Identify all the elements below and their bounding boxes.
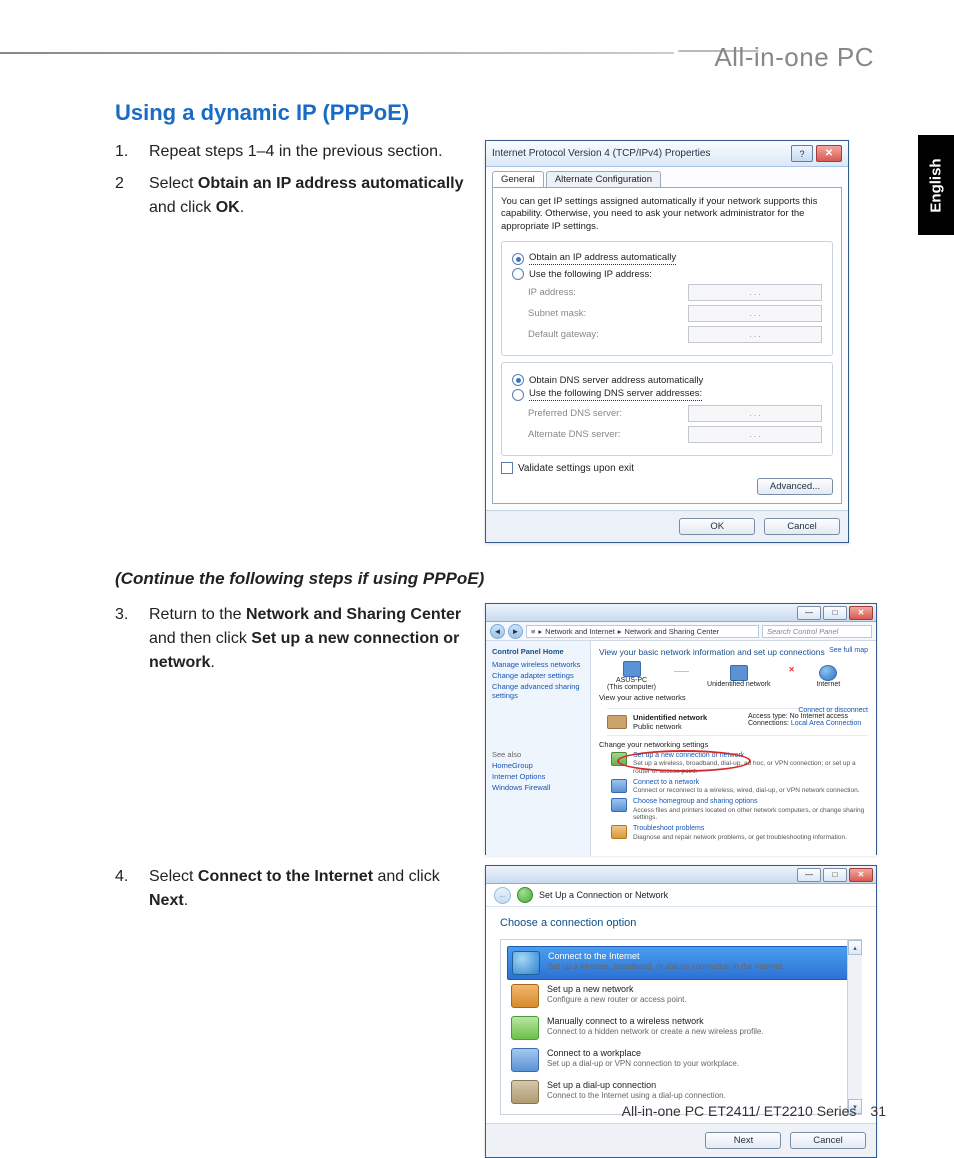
radio-obtain-dns-auto[interactable]: Obtain DNS server address automatically — [512, 374, 822, 386]
step-2: 2 Select Obtain an IP address automatica… — [115, 172, 465, 220]
radio-obtain-ip-auto[interactable]: Obtain an IP address automatically — [512, 253, 822, 265]
sidebar-link[interactable]: Change adapter settings — [492, 671, 584, 680]
maximize-icon[interactable]: □ — [823, 606, 847, 620]
main-heading: View your basic network information and … — [599, 647, 868, 657]
step-4: 4. Select Connect to the Internet and cl… — [115, 865, 465, 913]
gateway-field: . . . — [688, 326, 822, 343]
option-setup-connection[interactable]: Set up a new connection or networkSet up… — [611, 752, 868, 776]
minimize-icon[interactable]: — — [797, 868, 821, 882]
language-tab: English — [918, 135, 954, 235]
connection-link[interactable]: Local Area Connection — [791, 720, 861, 727]
option-manual-wireless[interactable]: Manually connect to a wireless networkCo… — [507, 1012, 860, 1044]
minimize-icon[interactable]: — — [797, 606, 821, 620]
help-icon[interactable]: ? — [791, 145, 813, 162]
option-troubleshoot[interactable]: Troubleshoot problemsDiagnose and repair… — [611, 825, 868, 841]
continue-note: (Continue the following steps if using P… — [115, 569, 894, 589]
nav-back-icon[interactable]: ◄ — [490, 624, 505, 639]
breadcrumb[interactable]: ≡▸ Network and Internet▸ Network and Sha… — [526, 625, 759, 638]
maximize-icon[interactable]: □ — [823, 868, 847, 882]
step-3: 3. Return to the Network and Sharing Cen… — [115, 603, 465, 675]
wizard-prompt: Choose a connection option — [500, 917, 862, 929]
option-connect-network[interactable]: Connect to a networkConnect or reconnect… — [611, 779, 868, 795]
ipv4-properties-dialog: Internet Protocol Version 4 (TCP/IPv4) P… — [485, 140, 849, 543]
sidebar-link[interactable]: Manage wireless networks — [492, 660, 584, 669]
scrollbar[interactable]: ▴ ▾ — [847, 940, 862, 1114]
close-icon[interactable]: ✕ — [849, 606, 873, 620]
internet-icon — [819, 665, 837, 681]
alternate-dns-field: . . . — [688, 426, 822, 443]
section-title: Using a dynamic IP (PPPoE) — [115, 100, 894, 126]
computer-icon — [623, 661, 641, 677]
close-icon[interactable]: ✕ — [816, 145, 842, 162]
cancel-button[interactable]: Cancel — [764, 518, 840, 535]
no-connection-icon: ✕ — [788, 665, 798, 675]
option-connect-workplace[interactable]: Connect to a workplaceSet up a dial-up o… — [507, 1044, 860, 1076]
search-input[interactable]: Search Control Panel — [762, 625, 872, 638]
network-sharing-center-window: — □ ✕ ◄ ► ≡▸ Network and Internet▸ Netwo… — [485, 603, 877, 855]
ok-button[interactable]: OK — [679, 518, 755, 535]
wizard-icon — [517, 887, 533, 903]
wizard-title: Set Up a Connection or Network — [539, 890, 668, 900]
option-homegroup[interactable]: Choose homegroup and sharing optionsAcce… — [611, 798, 868, 822]
dialog-intro: You can get IP settings assigned automat… — [501, 196, 833, 233]
page-footer: All-in-one PC ET2411/ ET2210 Series31 — [622, 1103, 886, 1119]
option-connect-internet[interactable]: Connect to the InternetSet up a wireless… — [507, 946, 860, 980]
network-icon — [730, 665, 748, 681]
cancel-button[interactable]: Cancel — [790, 1132, 866, 1149]
sidebar-link[interactable]: Windows Firewall — [492, 783, 584, 792]
step-1: 1. Repeat steps 1–4 in the previous sect… — [115, 140, 465, 164]
validate-checkbox[interactable]: Validate settings upon exit — [501, 462, 833, 474]
connect-disconnect-link[interactable]: Connect or disconnect — [798, 707, 868, 714]
tab-general[interactable]: General — [492, 171, 544, 187]
bench-icon — [607, 715, 627, 729]
radio-use-ip[interactable]: Use the following IP address: — [512, 268, 822, 280]
next-button[interactable]: Next — [705, 1132, 781, 1149]
preferred-dns-field: . . . — [688, 405, 822, 422]
page-header-brand: All-in-one PC — [714, 42, 874, 73]
sidebar-link[interactable]: Change advanced sharing settings — [492, 682, 584, 700]
close-icon[interactable]: ✕ — [849, 868, 873, 882]
tab-alternate[interactable]: Alternate Configuration — [546, 171, 661, 187]
dialog-title: Internet Protocol Version 4 (TCP/IPv4) P… — [492, 148, 788, 159]
see-full-map-link[interactable]: See full map — [829, 647, 868, 654]
ip-address-field: . . . — [688, 284, 822, 301]
option-setup-new-network[interactable]: Set up a new networkConfigure a new rout… — [507, 980, 860, 1012]
subnet-mask-field: . . . — [688, 305, 822, 322]
sidebar-link[interactable]: HomeGroup — [492, 761, 584, 770]
advanced-button[interactable]: Advanced... — [757, 478, 833, 495]
sidebar-link[interactable]: Internet Options — [492, 772, 584, 781]
nav-forward-icon[interactable]: ► — [508, 624, 523, 639]
back-icon[interactable]: ← — [494, 887, 511, 904]
radio-use-dns[interactable]: Use the following DNS server addresses: — [512, 389, 822, 401]
